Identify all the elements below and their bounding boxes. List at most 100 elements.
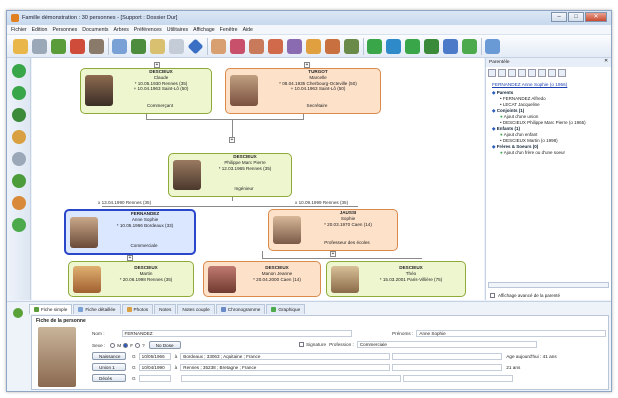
naissance-button[interactable]: Naissance [92,352,126,360]
person-icon[interactable] [488,69,496,77]
tab-fiche-simple[interactable]: Fiche simple [29,304,73,314]
union-place-field[interactable]: Rennes ; 35238 ; Bretagne ; France [180,363,391,371]
group-icon[interactable] [287,38,302,54]
pencil-icon[interactable] [11,196,26,210]
number-2-icon[interactable] [11,86,26,100]
search-person-icon[interactable] [386,38,401,54]
birth-date-field[interactable]: 10/05/1966 [138,352,171,360]
add-icon[interactable] [518,69,526,77]
selected-person-link[interactable]: FERNANDEZ Anne Sophie (o 1966) [486,79,611,90]
tab-photos[interactable]: Photos [121,304,154,314]
checkbox[interactable] [490,293,495,298]
zoom-icon[interactable] [424,38,439,54]
expand-icon[interactable]: + [330,251,336,257]
search-icon[interactable] [367,38,382,54]
union-date-field[interactable]: 10/04/1990 [138,363,171,371]
grid-tree-icon[interactable] [11,218,26,232]
death-date-field[interactable] [138,374,171,382]
grid-icon[interactable] [462,38,477,54]
maximize-button[interactable]: □ [568,12,584,22]
list-icon[interactable] [528,69,536,77]
person-form: Fiche de la personne Nom : FERNANDEZ Pré… [31,315,609,390]
birth-extra-field[interactable] [392,352,503,360]
close-icon[interactable]: ✕ [604,59,608,64]
lifebuoy-icon[interactable] [70,38,85,54]
prenoms-field[interactable]: Anne Sophie [416,330,607,337]
settings-icon[interactable] [32,38,47,54]
book-icon[interactable] [548,69,556,77]
couple-add-icon[interactable] [325,38,340,54]
birth-place-field[interactable]: Bordeaux ; 33063 ; Aquitaine ; France [180,352,391,360]
hierarchy-icon[interactable] [11,108,26,122]
person-card-martin[interactable]: DESCIEUX Martin * 20.06.1998 Rennes (35) [68,261,194,297]
house-icon[interactable] [89,38,104,54]
person-card-theo[interactable]: DESCIEUX Théo * 15.03.2001 Paris-Villièr… [326,261,466,297]
add-sibling-link[interactable]: Ajout d'un frère ou d'une soeur [492,150,611,156]
menu-fenetre[interactable]: Fenêtre [220,27,238,33]
page-icon[interactable] [169,38,184,54]
tree-icon[interactable] [508,69,516,77]
tab-fiche-detaillee[interactable]: Fiche détaillée [73,304,121,314]
nom-field[interactable]: FERNANDEZ [121,330,352,337]
person-card-gf[interactable]: DESCIEUX Claude * 10.05.1930 Rennes (35)… [80,68,212,114]
plant-icon[interactable] [131,38,146,54]
union-extra-field[interactable] [392,363,503,371]
advanced-display-checkbox[interactable]: Affichage avancé de la parenté [490,293,560,298]
printer-icon[interactable] [11,152,26,166]
menu-preferences[interactable]: Préférences [134,27,162,33]
number-1-icon[interactable] [11,64,26,78]
search-tree-icon[interactable] [405,38,420,54]
fan-icon[interactable] [11,130,26,144]
menu-affichage[interactable]: Affichage [193,27,215,33]
zoom-out-icon[interactable] [443,38,458,54]
person-add-icon[interactable] [211,38,226,54]
signature-checkbox[interactable] [299,342,304,347]
book-icon[interactable] [112,38,127,54]
person-card-father[interactable]: DESCIEUX Philippe Marc Pierre * 12.03.19… [168,153,292,197]
person-icon[interactable] [230,38,245,54]
branch-icon[interactable] [11,174,26,188]
gallery-icon[interactable] [344,38,359,54]
menu-documents[interactable]: Documents [82,27,108,33]
radio-f[interactable] [123,342,129,348]
menu-utilitaires[interactable]: Utilitaires [167,27,188,33]
radio-m[interactable] [110,342,116,348]
edit-icon[interactable] [498,69,506,77]
menu-fichier[interactable]: Fichier [11,27,27,33]
union-button[interactable]: Union 1 [92,363,126,371]
document-icon[interactable] [150,38,165,54]
people-icon[interactable] [306,38,321,54]
family-icon[interactable] [249,38,264,54]
print-icon[interactable] [558,69,566,77]
horizontal-scrollbar[interactable] [488,282,609,288]
tab-chronogramme[interactable]: Chronogramme [215,304,266,314]
screen-icon[interactable] [485,38,500,54]
tab-graphique[interactable]: Graphique [266,304,306,314]
couple-icon[interactable] [268,38,283,54]
gregorian-label: G [132,353,136,359]
person-card-sophie[interactable]: JAUSSI Sophie * 20.03.1970 Caen (14) Pro… [268,209,398,251]
open-folder-icon[interactable] [13,38,28,54]
expand-icon[interactable]: + [229,137,235,143]
tab-notes[interactable]: Notes [154,304,177,314]
person-card-anne-selected[interactable]: FERNANDEZ Anne Sophie * 10.05.1966 Borde… [64,209,196,255]
profession-field[interactable]: Commerciale [356,341,537,348]
refresh-icon[interactable] [13,308,23,318]
close-button[interactable]: ✕ [585,12,607,22]
minimize-button[interactable]: – [551,12,567,22]
tab-notes-couple[interactable]: Notes couple [177,304,215,314]
radio-unknown[interactable] [135,342,141,348]
filter-icon[interactable] [538,69,546,77]
death-extra-field[interactable] [402,374,513,382]
death-place-field[interactable] [180,374,401,382]
menu-edition[interactable]: Edition [32,27,48,33]
diamond-icon[interactable] [187,38,204,54]
person-card-gm[interactable]: TURGOT Marcelle * 08.04.1935 Cherbourg-O… [225,68,381,114]
deces-button[interactable]: Décès [92,374,126,382]
menu-personnes[interactable]: Personnes [52,27,77,33]
person-card-manon[interactable]: DESCIEUX Manon Jeanne * 20.04.2000 Caen … [203,261,321,297]
tree-icon[interactable] [51,38,66,54]
no-dose-button[interactable]: No Dose [148,341,181,349]
menu-arbres[interactable]: Arbres [114,27,129,33]
menu-aide[interactable]: Aide [243,27,253,33]
